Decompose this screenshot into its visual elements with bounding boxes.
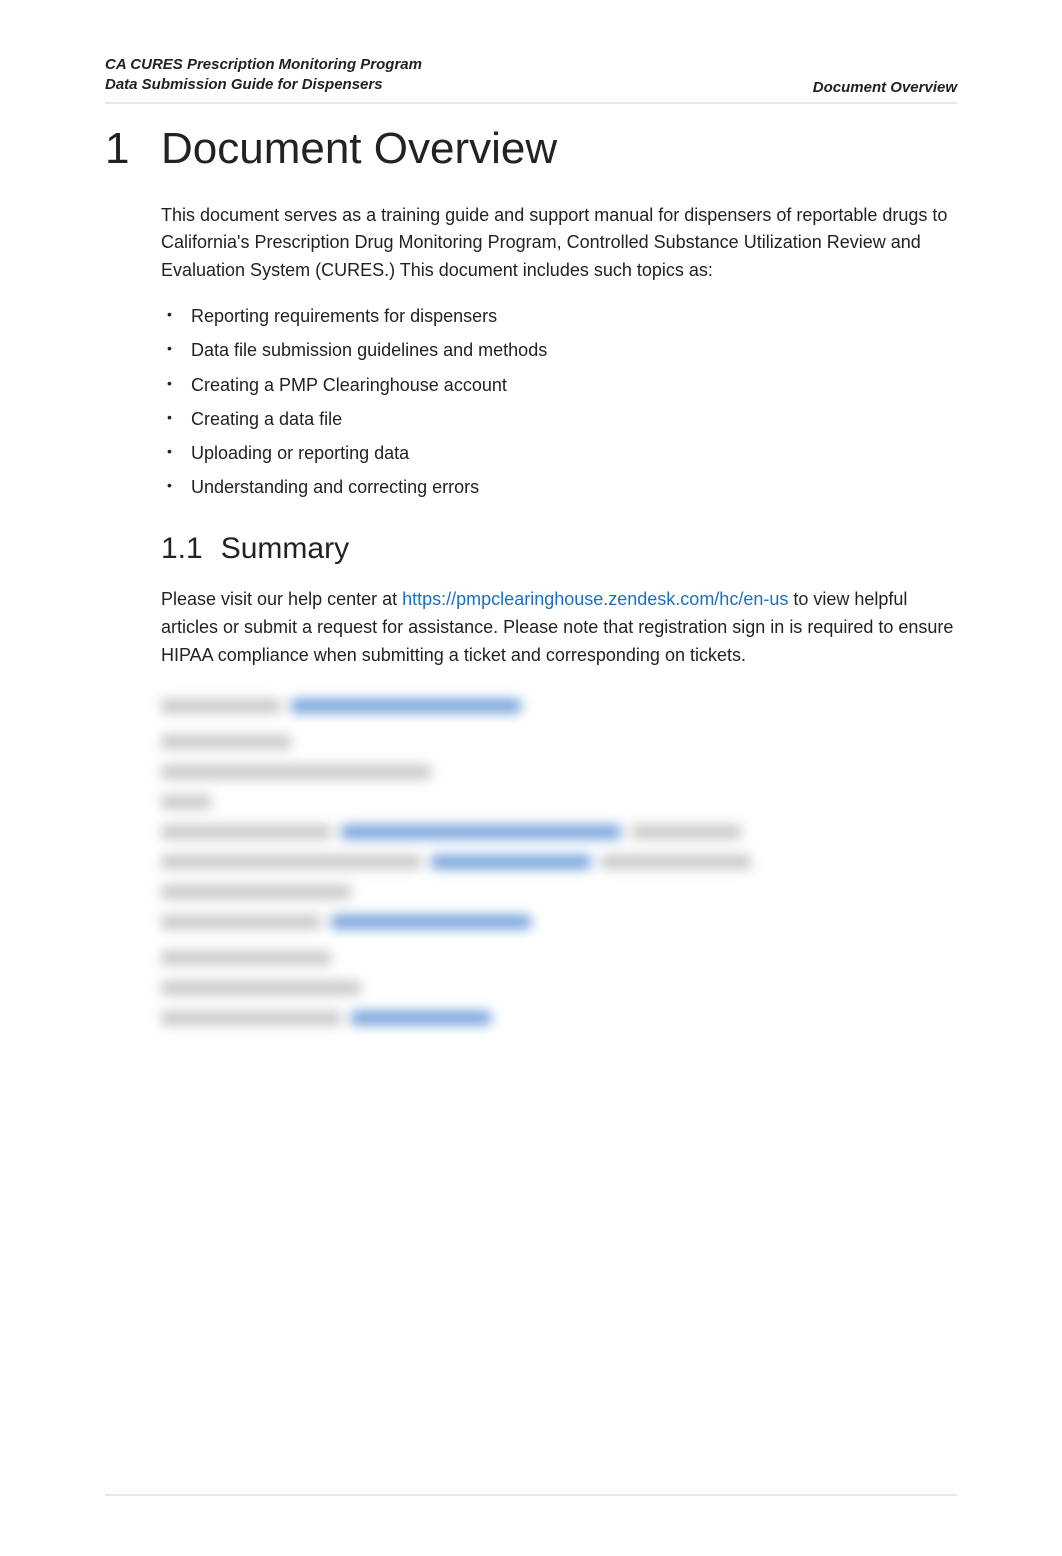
list-item: Data file submission guidelines and meth… — [161, 333, 957, 367]
summary-paragraph: Please visit our help center at https://… — [161, 586, 957, 670]
help-center-link[interactable]: https://pmpclearinghouse.zendesk.com/hc/… — [402, 589, 788, 609]
header-left: CA CURES Prescription Monitoring Program… — [105, 55, 422, 96]
summary-pre: Please visit our help center at — [161, 589, 402, 609]
header-left-line1: CA CURES Prescription Monitoring Program — [105, 55, 422, 75]
redacted-content — [161, 696, 957, 1028]
topics-list: Reporting requirements for dispensers Da… — [161, 299, 957, 504]
header-right: Document Overview — [813, 79, 957, 96]
subsection-heading: 1.1 Summary — [161, 532, 957, 566]
section-heading: 1 Document Overview — [105, 124, 957, 174]
section-title: Document Overview — [161, 124, 557, 174]
subsection-title: Summary — [221, 532, 349, 566]
subsection-number: 1.1 — [161, 532, 203, 566]
list-item: Creating a data file — [161, 402, 957, 436]
list-item: Reporting requirements for dispensers — [161, 299, 957, 333]
list-item: Creating a PMP Clearinghouse account — [161, 368, 957, 402]
list-item: Understanding and correcting errors — [161, 470, 957, 504]
header-left-line2: Data Submission Guide for Dispensers — [105, 75, 422, 95]
list-item: Uploading or reporting data — [161, 436, 957, 470]
intro-paragraph: This document serves as a training guide… — [161, 202, 957, 286]
section-number: 1 — [105, 124, 135, 174]
footer-divider — [105, 1494, 957, 1496]
header-divider — [105, 102, 957, 104]
